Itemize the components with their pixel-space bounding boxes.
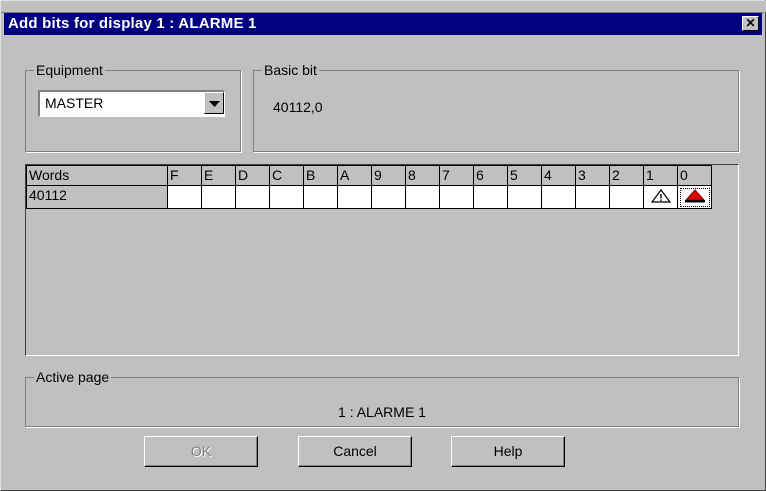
basic-bit-value: 40112,0: [273, 99, 323, 115]
col-header-6: 6: [473, 165, 508, 186]
bit-cell-d[interactable]: [235, 185, 270, 209]
col-header-7: 7: [439, 165, 474, 186]
col-header-d: D: [235, 165, 270, 186]
col-header-e: E: [201, 165, 236, 186]
col-header-1: 1: [643, 165, 678, 186]
bit-cell-4[interactable]: [541, 185, 576, 209]
title-bar[interactable]: Add bits for display 1 : ALARME 1 ✕: [4, 13, 762, 35]
bit-cell-3[interactable]: [575, 185, 610, 209]
col-header-4: 4: [541, 165, 576, 186]
equipment-select[interactable]: MASTER: [38, 90, 225, 117]
equipment-dropdown-button[interactable]: [204, 92, 224, 114]
col-header-a: A: [337, 165, 372, 186]
active-page-group: Active page 1 : ALARME 1: [25, 369, 739, 427]
basic-bit-group: Basic bit 40112,0: [253, 62, 739, 152]
ok-button[interactable]: OK: [144, 436, 258, 467]
dialog-title: Add bits for display 1 : ALARME 1: [8, 15, 257, 32]
col-header-c: C: [269, 165, 304, 186]
basic-bit-label: Basic bit: [262, 62, 319, 78]
col-header-2: 2: [609, 165, 644, 186]
bit-cell-b[interactable]: [303, 185, 338, 209]
bit-cell-5[interactable]: [507, 185, 542, 209]
active-page-label: Active page: [34, 369, 112, 385]
col-header-f: F: [167, 165, 202, 186]
active-page-value: 1 : ALARME 1: [338, 404, 426, 420]
col-header-8: 8: [405, 165, 440, 186]
dialog-window: Add bits for display 1 : ALARME 1 ✕ Equi…: [0, 0, 766, 491]
bit-cell-e[interactable]: [201, 185, 236, 209]
bits-grid[interactable]: Words F E D C B A 9 8 7 6 5 4 3 2 1 0 40…: [25, 164, 739, 356]
bits-table: Words F E D C B A 9 8 7 6 5 4 3 2 1 0 40…: [26, 165, 712, 209]
equipment-group: Equipment MASTER: [25, 62, 241, 152]
equipment-select-value: MASTER: [45, 95, 104, 111]
bit-cell-a[interactable]: [337, 185, 372, 209]
warning-outline-icon: [650, 189, 671, 203]
cancel-button[interactable]: Cancel: [298, 436, 412, 467]
close-button[interactable]: ✕: [742, 16, 759, 31]
bit-cell-2[interactable]: [609, 185, 644, 209]
bit-cell-9[interactable]: [371, 185, 406, 209]
help-button[interactable]: Help: [451, 436, 565, 467]
bit-cell-8[interactable]: [405, 185, 440, 209]
col-header-0: 0: [677, 165, 712, 186]
col-header-9: 9: [371, 165, 406, 186]
word-cell: 40112: [26, 185, 168, 209]
window-top-strip: [1, 1, 766, 13]
bit-cell-0[interactable]: [677, 185, 712, 209]
chevron-down-icon: [209, 101, 220, 107]
equipment-label: Equipment: [34, 62, 105, 78]
bit-cell-7[interactable]: [439, 185, 474, 209]
bit-cell-1[interactable]: [643, 185, 678, 209]
grid-header-row: Words F E D C B A 9 8 7 6 5 4 3 2 1 0: [26, 165, 712, 186]
col-header-5: 5: [507, 165, 542, 186]
col-header-b: B: [303, 165, 338, 186]
bit-cell-6[interactable]: [473, 185, 508, 209]
words-header: Words: [26, 165, 168, 186]
table-row[interactable]: 40112: [26, 185, 712, 209]
col-header-3: 3: [575, 165, 610, 186]
alarm-red-icon: [684, 189, 705, 203]
bit-cell-c[interactable]: [269, 185, 304, 209]
close-icon: ✕: [745, 16, 756, 30]
bit-cell-f[interactable]: [167, 185, 202, 209]
